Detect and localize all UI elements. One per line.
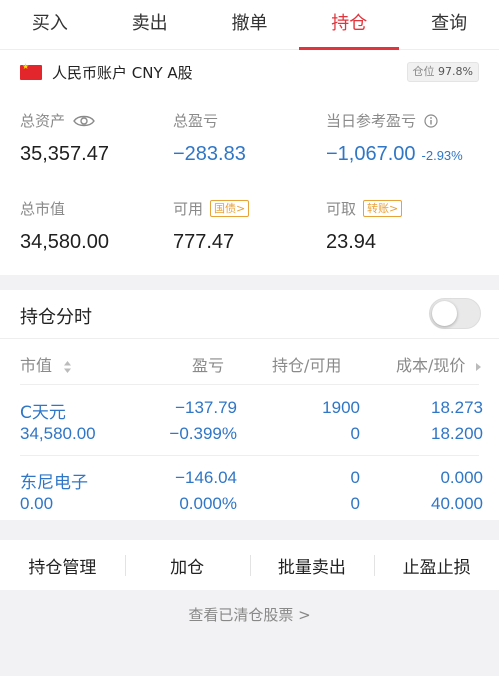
view-cleared-stocks-link[interactable]: 查看已清仓股票 >	[0, 604, 499, 625]
eye-icon[interactable]	[73, 114, 95, 128]
total-pnl-label: 总盈亏	[173, 112, 219, 130]
stock-pnl: −146.04	[175, 468, 237, 487]
stock-price: 40.000	[431, 494, 483, 513]
stock-avail: 0	[350, 424, 360, 443]
transfer-button[interactable]: 转账>	[363, 200, 403, 217]
china-flag-icon	[20, 62, 42, 80]
withdrawable-value: 23.94	[326, 231, 377, 253]
stock-pnl-pct: −0.399%	[169, 424, 237, 443]
stock-hold: 0	[350, 468, 360, 487]
treasury-bond-button[interactable]: 国债>	[210, 200, 250, 217]
column-header-holding[interactable]: 持仓/可用	[272, 352, 341, 376]
stock-pnl-pct: 0.000%	[179, 494, 237, 513]
today-pnl-label: 当日参考盈亏	[326, 112, 417, 130]
toggle-knob	[432, 301, 457, 326]
position-badge: 仓位 97.8%	[406, 62, 479, 82]
today-pnl-value: −1,067.00	[326, 143, 416, 165]
sort-icon	[64, 360, 72, 373]
stock-hold: 1900	[322, 398, 360, 417]
market-value-value: 34,580.00	[20, 231, 109, 253]
add-position-button[interactable]: 加仓	[124, 553, 250, 578]
stock-cost: 0.000	[440, 468, 483, 487]
total-assets-value: 35,357.47	[20, 143, 109, 165]
info-icon[interactable]	[424, 113, 438, 128]
stock-name: C天元	[20, 403, 66, 423]
total-assets-label: 总资产	[20, 112, 66, 130]
today-pnl-pct: -2.93%	[421, 148, 463, 163]
stock-pnl: −137.79	[175, 398, 237, 417]
tab-holdings[interactable]: 持仓	[299, 0, 399, 50]
action-bar: 持仓管理 加仓 批量卖出 止盈止损	[0, 540, 499, 590]
market-value-label: 总市值	[20, 200, 66, 218]
total-pnl-value: −283.83	[173, 143, 246, 165]
top-tabs: 买入 卖出 撤单 持仓 查询	[0, 0, 499, 50]
tab-cancel[interactable]: 撤单	[200, 0, 300, 49]
available-value: 777.47	[173, 231, 235, 253]
column-header-cost-price[interactable]: 成本/现价	[396, 352, 482, 376]
column-header-market-value[interactable]: 市值	[20, 352, 72, 376]
divider	[20, 455, 479, 456]
stock-cost: 18.273	[431, 398, 483, 417]
stock-market-value: 0.00	[20, 494, 54, 513]
position-value: 97.8%	[438, 65, 473, 78]
tab-query[interactable]: 查询	[399, 0, 499, 49]
column-header-pnl[interactable]: 盈亏	[192, 352, 224, 376]
divider	[20, 384, 479, 385]
account-name: 人民币账户 CNY A股	[52, 63, 193, 82]
chevron-right-icon	[475, 362, 481, 371]
stock-price: 18.200	[431, 424, 483, 443]
intraday-toggle[interactable]	[429, 298, 481, 329]
tab-buy[interactable]: 买入	[0, 0, 100, 49]
metric-market-value: 总市值 34,580.00	[20, 198, 109, 254]
holdings-title: 持仓分时	[20, 307, 92, 328]
available-label: 可用	[173, 200, 204, 218]
metric-today-pnl: 当日参考盈亏 −1,067.00 -2.93%	[326, 110, 463, 166]
account-row: 人民币账户 CNY A股 仓位 97.8%	[20, 60, 479, 84]
stock-avail: 0	[350, 494, 360, 513]
take-profit-stop-loss-button[interactable]: 止盈止损	[374, 553, 499, 578]
metric-total-assets: 总资产 35,357.47	[20, 110, 109, 166]
stock-name: 东尼电子	[20, 473, 88, 493]
withdrawable-label: 可取	[326, 200, 357, 218]
tab-sell[interactable]: 卖出	[100, 0, 200, 49]
divider	[0, 338, 499, 339]
manage-holdings-button[interactable]: 持仓管理	[0, 553, 125, 578]
metric-total-pnl: 总盈亏 −283.83	[173, 110, 246, 166]
position-label: 仓位	[412, 65, 435, 78]
metric-withdrawable: 可取 转账> 23.94	[326, 198, 403, 254]
account-summary-card: 人民币账户 CNY A股 仓位 97.8% 总资产 35,357.47 总盈亏 …	[0, 50, 499, 275]
stock-market-value: 34,580.00	[20, 424, 96, 443]
holdings-card: 持仓分时 市值 盈亏 持仓/可用 成本/现价 C天元 34,580.00 −13…	[0, 290, 499, 520]
batch-sell-button[interactable]: 批量卖出	[249, 553, 375, 578]
metric-available: 可用 国债> 777.47	[173, 198, 250, 254]
